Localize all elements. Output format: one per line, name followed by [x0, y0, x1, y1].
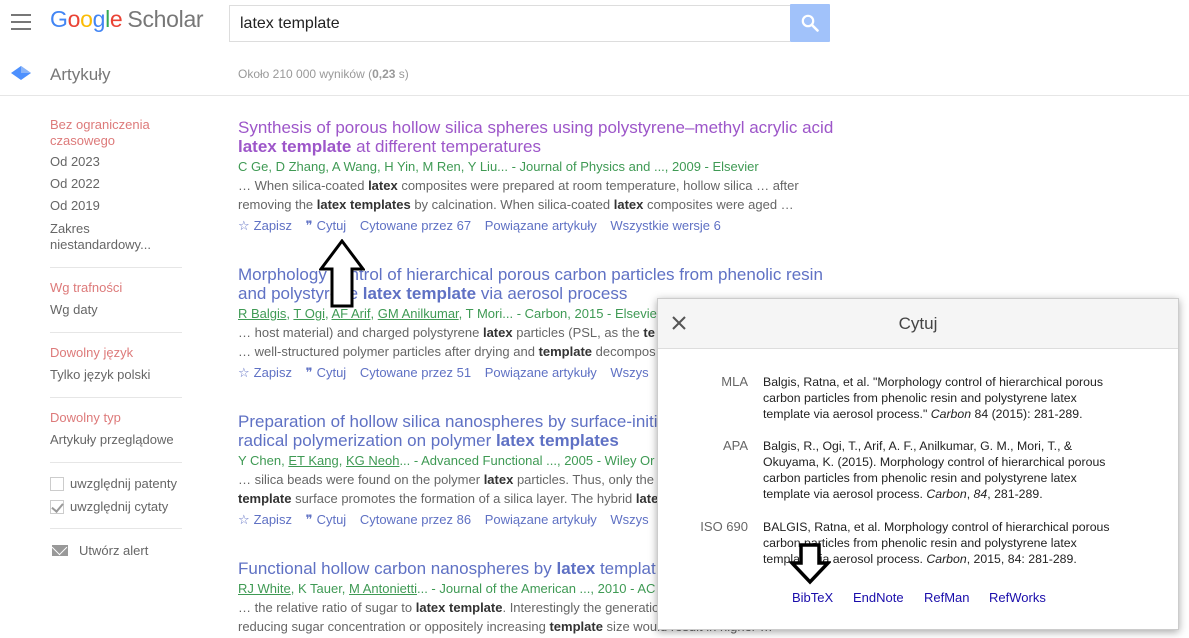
filter-since-2022[interactable]: Od 2022 [50, 176, 100, 192]
cite-style-label: MLA [721, 374, 748, 389]
all-versions-link[interactable]: Wszys [610, 512, 648, 527]
related-articles-link[interactable]: Powiązane artykuły [485, 365, 597, 380]
result-authors: C Ge, D Zhang, A Wang, H Yin, M Ren, Y L… [238, 159, 759, 174]
section-label: Artykuły [50, 65, 111, 84]
cited-by-link[interactable]: Cytowane przez 86 [360, 512, 471, 527]
result-actions: ☆ Zapisz ❞ Cytuj Cytowane przez 67 Powiąza… [238, 216, 848, 235]
cited-by-link[interactable]: Cytowane przez 51 [360, 365, 471, 380]
filter-since-2019[interactable]: Od 2019 [50, 198, 100, 214]
create-alert-button[interactable]: Utwórz alert [52, 543, 148, 558]
citation-mla[interactable]: Balgis, Ratna, et al. "Morphology contro… [763, 374, 1143, 422]
cited-by-link[interactable]: Cytowane przez 67 [360, 218, 471, 233]
include-patents-checkbox[interactable]: uwzględnij patenty [50, 476, 177, 491]
dialog-title: Cytuj [898, 314, 938, 333]
top-bar: Google Scholar latex template [0, 0, 1189, 50]
search-result: Synthesis of porous hollow silica sphere… [238, 118, 848, 235]
related-articles-link[interactable]: Powiązane artykuły [485, 512, 597, 527]
sidebar-divider [50, 528, 182, 529]
result-title[interactable]: Synthesis of porous hollow silica sphere… [238, 118, 848, 156]
type-any[interactable]: Dowolny typ [50, 410, 121, 426]
sidebar-divider [50, 332, 182, 333]
filter-custom-range[interactable]: Zakres niestandardowy... [50, 221, 165, 253]
all-versions-link[interactable]: Wszystkie wersje 6 [610, 218, 721, 233]
bibtex-link[interactable]: BibTeX [792, 590, 833, 605]
search-icon [801, 14, 819, 32]
filter-since-2023[interactable]: Od 2023 [50, 154, 100, 170]
save-button[interactable]: ☆ Zapisz [238, 365, 292, 380]
sidebar-divider [50, 267, 182, 268]
star-icon: ☆ [238, 365, 250, 380]
envelope-icon [52, 545, 68, 556]
checkbox-checked[interactable] [50, 500, 64, 514]
dialog-header: Cytuj [658, 299, 1178, 349]
search-input[interactable]: latex template [229, 5, 790, 42]
save-button[interactable]: ☆ Zapisz [238, 512, 292, 527]
endnote-link[interactable]: EndNote [853, 590, 904, 605]
save-button[interactable]: ☆ Zapisz [238, 218, 292, 233]
sort-relevance[interactable]: Wg trafności [50, 280, 122, 296]
results-stats: Około 210 000 wyników (0,23 s) [238, 67, 409, 81]
citation-apa[interactable]: Balgis, R., Ogi, T., Arif, A. F., Anilku… [763, 438, 1143, 502]
search-button[interactable] [790, 4, 830, 42]
up-arrow-annotation-icon [319, 239, 365, 308]
checkbox-unchecked[interactable] [50, 477, 64, 491]
sidebar-divider [50, 462, 182, 463]
include-citations-checkbox[interactable]: uwzględnij cytaty [50, 499, 168, 514]
lang-polish[interactable]: Tylko język polski [50, 367, 150, 383]
cite-button[interactable]: ❞ Cytuj [306, 365, 347, 380]
cite-button[interactable]: ❞ Cytuj [306, 512, 347, 527]
star-icon: ☆ [238, 512, 250, 527]
result-snippet: … When silica-coated latex composites we… [238, 178, 799, 212]
lang-any[interactable]: Dowolny język [50, 345, 133, 361]
sort-date[interactable]: Wg daty [50, 302, 98, 318]
cite-dialog: Cytuj MLA Balgis, Ratna, et al. "Morphol… [657, 298, 1179, 630]
sidebar-divider [50, 397, 182, 398]
refman-link[interactable]: RefMan [924, 590, 970, 605]
cite-style-label: ISO 690 [700, 519, 748, 534]
filter-time-any[interactable]: Bez ograniczenia czasowego [50, 117, 160, 149]
cite-button[interactable]: ❞ Cytuj [306, 218, 347, 233]
refworks-link[interactable]: RefWorks [989, 590, 1046, 605]
all-versions-link[interactable]: Wszys [610, 365, 648, 380]
articles-diamond-icon [11, 66, 31, 80]
star-icon: ☆ [238, 218, 250, 233]
type-review[interactable]: Artykuły przeglądowe [50, 432, 174, 448]
down-arrow-annotation-icon [789, 543, 831, 585]
quote-icon: ❞ [305, 512, 313, 527]
sub-header: Artykuły Około 210 000 wyników (0,23 s) [0, 50, 1189, 96]
google-scholar-logo[interactable]: Google Scholar [50, 6, 204, 33]
quote-icon: ❞ [305, 218, 313, 233]
quote-icon: ❞ [305, 365, 313, 380]
related-articles-link[interactable]: Powiązane artykuły [485, 218, 597, 233]
cite-style-label: APA [722, 438, 748, 453]
hamburger-menu-icon[interactable] [11, 14, 31, 30]
